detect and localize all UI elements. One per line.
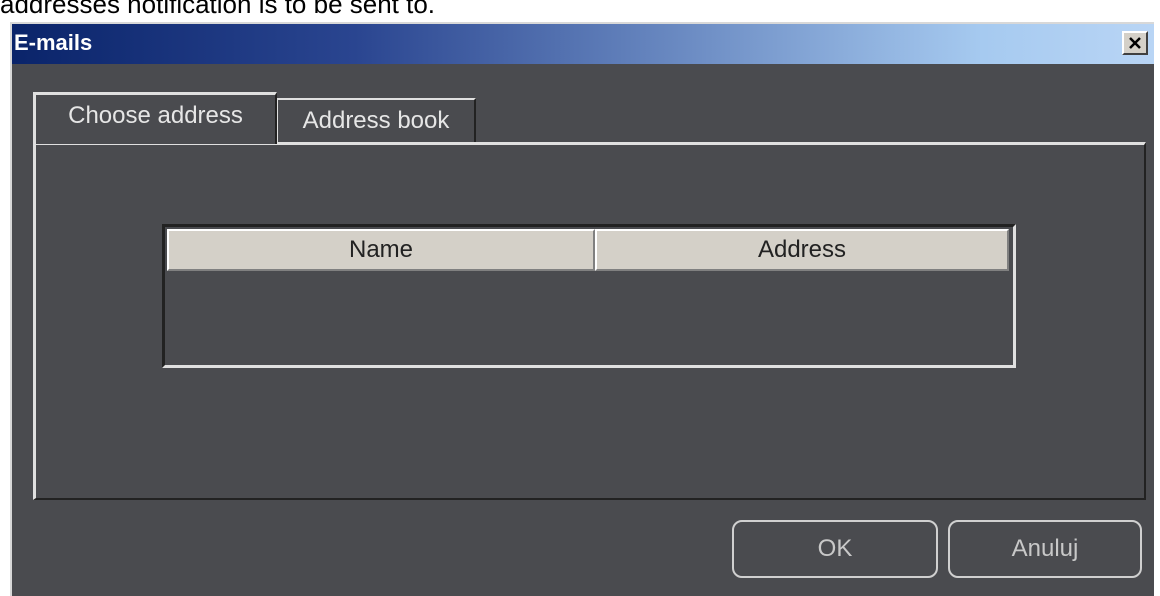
address-table[interactable]: Name Address <box>162 224 1016 368</box>
page-caption: addresses notification is to be sent to. <box>0 0 436 19</box>
tab-address-book[interactable]: Address book <box>276 98 476 142</box>
close-button[interactable] <box>1122 31 1148 55</box>
title-bar[interactable]: E-mails <box>12 24 1154 64</box>
cancel-button[interactable]: Anuluj <box>948 520 1142 578</box>
column-header-name[interactable]: Name <box>167 229 595 271</box>
close-x-icon <box>1129 37 1141 49</box>
tab-choose-address[interactable]: Choose address <box>33 92 277 144</box>
ok-button[interactable]: OK <box>732 520 938 578</box>
column-header-address[interactable]: Address <box>595 229 1009 271</box>
window-title: E-mails <box>14 30 93 55</box>
emails-dialog: E-mails Address book Choose address Name… <box>10 22 1154 596</box>
table-header: Name Address <box>167 229 1009 271</box>
